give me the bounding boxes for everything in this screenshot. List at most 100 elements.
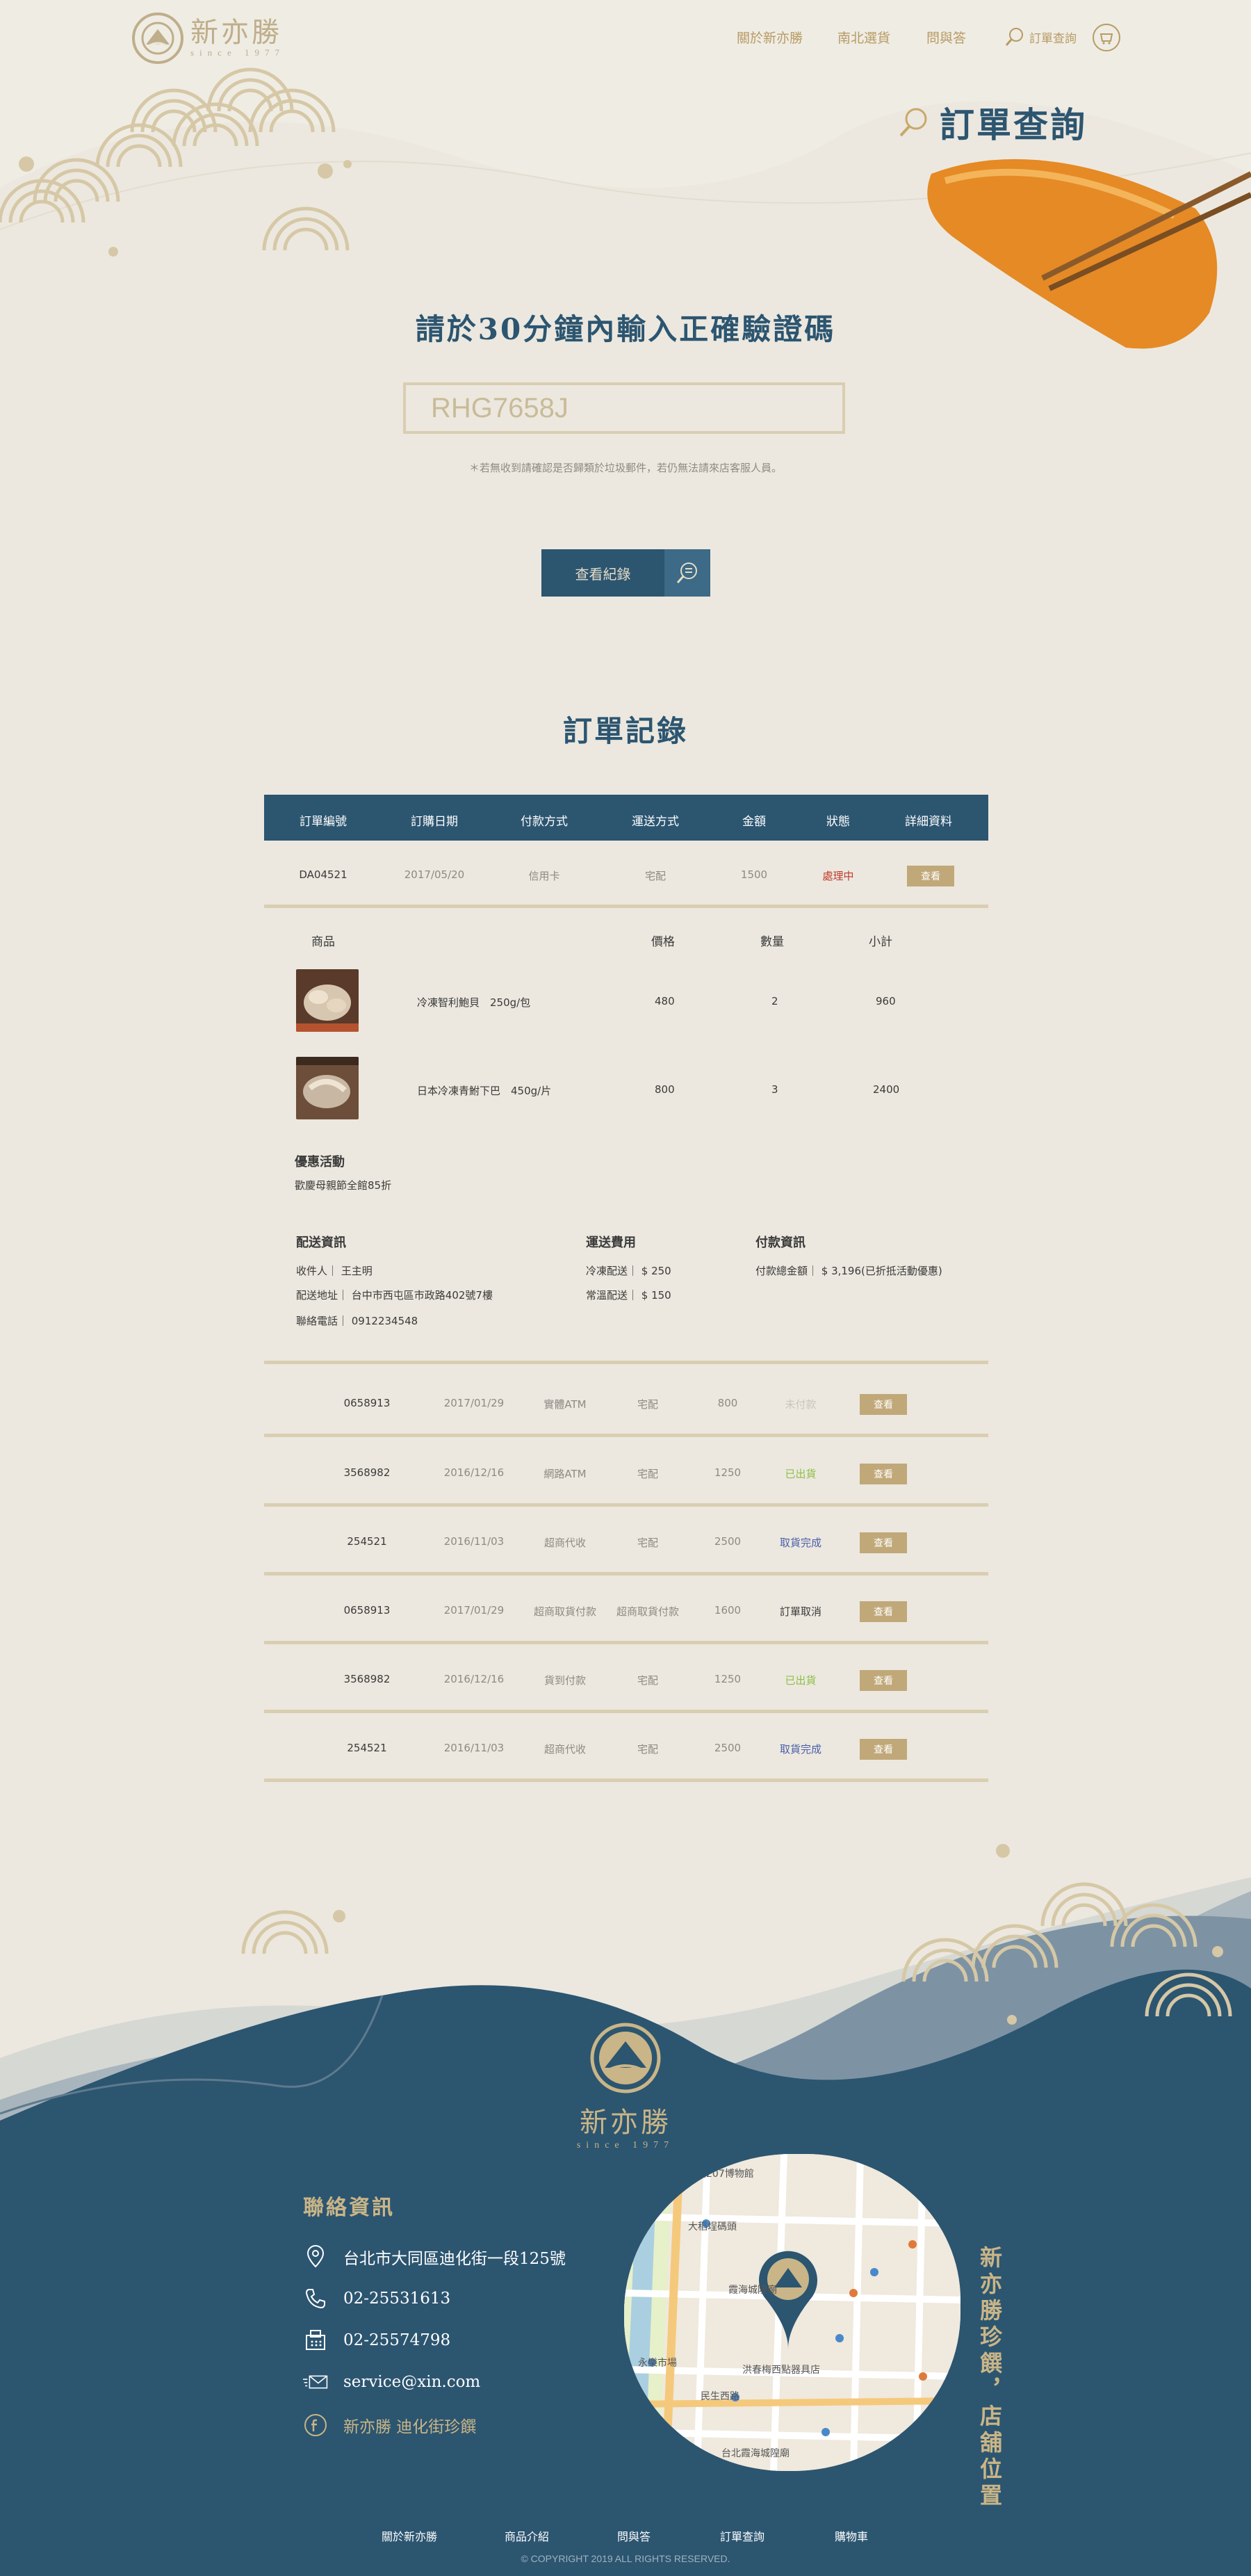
logo-emblem-icon	[590, 2023, 661, 2093]
divider	[264, 1710, 988, 1713]
table-row: 3568982 2016/12/16 貨到付款 宅配 1250 已出貨 查看	[264, 1670, 988, 1691]
col-status: 狀態	[826, 815, 850, 829]
col-shipping: 運送方式	[632, 815, 679, 829]
facebook-icon	[303, 2413, 328, 2438]
footer-nav-about[interactable]: 關於新亦勝	[382, 2527, 437, 2544]
search-doc-icon	[664, 549, 710, 597]
footer-nav-order-query[interactable]: 訂單查詢	[720, 2527, 764, 2544]
order-id: 0658913	[343, 1397, 391, 1409]
order-date: 2017/05/20	[404, 868, 465, 881]
brand-logo[interactable]: 新亦勝 since 1977	[132, 13, 285, 64]
divider	[264, 905, 988, 908]
order-date: 2016/12/16	[443, 1466, 505, 1479]
item-price: 480	[655, 995, 675, 1007]
order-amount: 1250	[714, 1466, 742, 1479]
delivery-phone: 聯絡電話｜ 0912234548	[296, 1315, 418, 1327]
map-label: 大稻埕碼頭	[688, 2221, 737, 2233]
nav-item-faq[interactable]: 問與答	[926, 28, 966, 47]
shipping-fee-title: 運送費用	[586, 1236, 636, 1250]
delivery-title: 配送資訊	[296, 1236, 346, 1250]
view-detail-button[interactable]: 查看	[860, 1532, 907, 1553]
footer-logo[interactable]: 新亦勝 since 1977	[563, 2022, 688, 2151]
cart-button[interactable]	[1093, 24, 1120, 51]
view-records-button[interactable]: 查看紀錄	[541, 549, 710, 597]
search-icon	[1005, 28, 1023, 46]
view-detail-button[interactable]: 查看	[860, 1464, 907, 1484]
order-amount: 1250	[714, 1673, 742, 1685]
map-label: 台北霞海城隍廟	[721, 2448, 790, 2459]
item-subtotal: 960	[876, 995, 896, 1007]
promo-title: 優惠活動	[295, 1155, 345, 1169]
footer-brand-name: 新亦勝	[580, 2107, 671, 2139]
order-status: 處理中	[822, 870, 854, 882]
order-amount: 2500	[714, 1535, 742, 1548]
footer-nav-faq[interactable]: 問與答	[617, 2527, 651, 2544]
view-detail-button[interactable]: 查看	[860, 1394, 907, 1415]
order-payment: 超商代收	[543, 1537, 587, 1549]
product-thumbnail	[296, 1057, 359, 1119]
order-date: 2016/11/03	[443, 1535, 505, 1548]
order-status: 未付款	[785, 1398, 817, 1411]
contact-fax-text: 02-25574798	[343, 2331, 451, 2349]
order-shipping: 宅配	[637, 1398, 659, 1411]
view-detail-button[interactable]: 查看	[860, 1601, 907, 1622]
order-shipping: 宅配	[644, 870, 667, 882]
table-row: 3568982 2016/12/16 網路ATM 宅配 1250 已出貨 查看	[264, 1464, 988, 1484]
logo-emblem-icon	[132, 13, 183, 64]
divider	[264, 1572, 988, 1575]
order-date: 2016/12/16	[443, 1673, 505, 1685]
shipping-fee-frozen: 冷凍配送｜ $ 250	[586, 1265, 671, 1277]
view-detail-button[interactable]: 查看	[907, 866, 954, 886]
brand-since: since 1977	[190, 47, 285, 58]
order-status: 取貨完成	[779, 1537, 822, 1549]
verification-code-input[interactable]	[403, 382, 845, 434]
view-detail-button[interactable]: 查看	[860, 1739, 907, 1760]
order-payment: 實體ATM	[543, 1398, 587, 1411]
nav-order-query[interactable]: 訂單查詢	[1004, 26, 1077, 47]
divider	[264, 1779, 988, 1782]
order-payment: 信用卡	[528, 870, 560, 882]
orders-table-header: 訂單編號 訂購日期 付款方式 運送方式 金額 狀態 詳細資料	[264, 795, 988, 841]
order-shipping: 宅配	[637, 1537, 659, 1549]
contact-email[interactable]: service@xin.com	[303, 2370, 480, 2395]
table-row: 254521 2016/11/03 超商代收 宅配 2500 取貨完成 查看	[264, 1532, 988, 1553]
col-order-date: 訂購日期	[411, 815, 458, 829]
footer-nav-cart[interactable]: 購物車	[835, 2527, 868, 2544]
records-title: 訂單記錄	[562, 714, 688, 748]
table-row: 0658913 2017/01/29 超商取貨付款 超商取貨付款 1600 訂單取消 查看	[264, 1601, 988, 1622]
contact-title: 聯絡資訊	[303, 2196, 395, 2220]
phone-icon	[303, 2286, 328, 2311]
nav-item-products[interactable]: 南北選貨	[837, 28, 890, 47]
order-date: 2016/11/03	[443, 1742, 505, 1754]
order-status: 已出貨	[785, 1674, 817, 1687]
map-label: 迪化207博物館	[687, 2169, 754, 2180]
table-row: 254521 2016/11/03 超商代收 宅配 2500 取貨完成 查看	[264, 1739, 988, 1760]
store-map[interactable]: 迪化207博物館 大稻埕碼頭 霞海城隍廟 永樂市場 洪春梅西點器具店 民生西路 …	[624, 2154, 960, 2471]
item-qty: 2	[771, 995, 778, 1007]
order-date: 2017/01/29	[443, 1604, 505, 1617]
order-shipping: 宅配	[637, 1468, 659, 1480]
order-amount: 1500	[740, 868, 768, 881]
view-detail-button[interactable]: 查看	[860, 1670, 907, 1691]
item-col-product: 商品	[311, 935, 335, 949]
promo-text: 歡慶母親節全館85折	[295, 1179, 392, 1192]
order-id: 3568982	[343, 1673, 391, 1685]
search-icon	[899, 108, 927, 137]
nav-item-about[interactable]: 關於新亦勝	[737, 28, 803, 47]
contact-address-text: 台北市大同區迪化街一段125號	[343, 2250, 566, 2268]
brand-name: 新亦勝	[190, 17, 282, 49]
item-col-price: 價格	[651, 935, 675, 949]
map-label: 民生西路	[701, 2391, 739, 2402]
copyright: © COPYRIGHT 2019 ALL RIGHTS RESERVED.	[521, 2553, 730, 2564]
order-id: 254521	[347, 1535, 387, 1548]
location-pin-icon	[303, 2244, 328, 2269]
contact-facebook[interactable]: 新亦勝 迪化街珍饌	[303, 2413, 476, 2438]
contact-phone-text: 02-25531613	[343, 2290, 451, 2308]
footer-nav-products[interactable]: 商品介紹	[505, 2527, 549, 2544]
contact-phone[interactable]: 02-25531613	[303, 2286, 450, 2311]
order-payment: 網路ATM	[543, 1468, 587, 1480]
order-id: 254521	[347, 1742, 387, 1754]
item-name: 日本冷凍青鮒下巴 450g/片	[417, 1085, 552, 1097]
mail-icon	[303, 2370, 328, 2395]
order-shipping: 宅配	[637, 1743, 659, 1756]
